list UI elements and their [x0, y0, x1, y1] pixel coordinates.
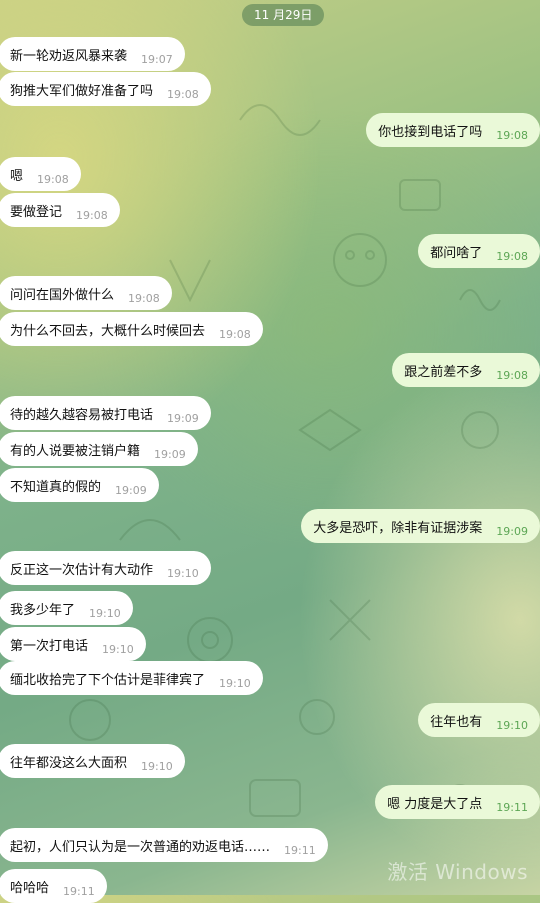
message-text: 跟之前差不多 [404, 364, 483, 380]
message-time: 19:09 [154, 447, 186, 461]
message-time: 19:10 [89, 606, 121, 620]
date-separator: 11 月29日 [242, 4, 325, 26]
message-time: 19:08 [167, 87, 199, 101]
incoming-message-bubble[interactable]: 缅北收拾完了下个估计是菲律宾了 19:10 [0, 661, 263, 695]
message-time: 19:08 [219, 327, 251, 341]
message-time: 19:11 [284, 843, 316, 857]
message-text: 嗯 [10, 168, 24, 184]
incoming-message-bubble[interactable]: 为什么不回去，大概什么时候回去 19:08 [0, 312, 263, 346]
message-time: 19:08 [496, 368, 528, 382]
message-time: 19:07 [141, 52, 173, 66]
message-text: 起初，人们只认为是一次普通的劝返电话…… [10, 839, 271, 855]
message-text: 不知道真的假的 [10, 479, 102, 495]
message-text: 要做登记 [10, 204, 63, 220]
message-text: 第一次打电话 [10, 638, 89, 654]
incoming-message-bubble[interactable]: 不知道真的假的 19:09 [0, 468, 159, 502]
incoming-message-bubble[interactable]: 哈哈哈 19:11 [0, 869, 107, 903]
incoming-message-bubble[interactable]: 新一轮劝返风暴来袭 19:07 [0, 37, 185, 71]
message-time: 19:08 [76, 208, 108, 222]
incoming-message-bubble[interactable]: 有的人说要被注销户籍 19:09 [0, 432, 198, 466]
message-text: 问问在国外做什么 [10, 287, 115, 303]
message-time: 19:10 [102, 642, 134, 656]
message-text: 新一轮劝返风暴来袭 [10, 48, 128, 64]
incoming-message-bubble[interactable]: 待的越久越容易被打电话 19:09 [0, 396, 211, 430]
message-text: 有的人说要被注销户籍 [10, 443, 141, 459]
message-text: 反正这一次估计有大动作 [10, 562, 154, 578]
message-text: 缅北收拾完了下个估计是菲律宾了 [10, 672, 206, 688]
outgoing-message-bubble[interactable]: 大多是恐吓，除非有证据涉案 19:09 [301, 509, 540, 543]
message-time: 19:10 [496, 718, 528, 732]
message-time: 19:08 [496, 128, 528, 142]
message-text: 嗯 力度是大了点 [387, 796, 483, 812]
message-text: 往年也有 [430, 714, 483, 730]
windows-activation-watermark: 激活 Windows [387, 860, 528, 884]
incoming-message-bubble[interactable]: 反正这一次估计有大动作 19:10 [0, 551, 211, 585]
incoming-message-bubble[interactable]: 要做登记 19:08 [0, 193, 120, 227]
incoming-message-bubble[interactable]: 第一次打电话 19:10 [0, 627, 146, 661]
message-time: 19:08 [496, 249, 528, 263]
message-text: 往年都没这么大面积 [10, 755, 128, 771]
message-time: 19:10 [167, 566, 199, 580]
message-text: 待的越久越容易被打电话 [10, 407, 154, 423]
message-text: 狗推大军们做好准备了吗 [10, 83, 154, 99]
message-time: 19:11 [496, 800, 528, 814]
incoming-message-bubble[interactable]: 我多少年了 19:10 [0, 591, 133, 625]
incoming-message-bubble[interactable]: 狗推大军们做好准备了吗 19:08 [0, 72, 211, 106]
message-text: 为什么不回去，大概什么时候回去 [10, 323, 206, 339]
message-time: 19:11 [63, 884, 95, 898]
message-text: 都问啥了 [430, 245, 483, 261]
message-text: 我多少年了 [10, 602, 76, 618]
message-time: 19:08 [37, 172, 69, 186]
message-time: 19:09 [115, 483, 147, 497]
outgoing-message-bubble[interactable]: 嗯 力度是大了点 19:11 [375, 785, 540, 819]
incoming-message-bubble[interactable]: 起初，人们只认为是一次普通的劝返电话…… 19:11 [0, 828, 328, 862]
outgoing-message-bubble[interactable]: 都问啥了 19:08 [418, 234, 540, 268]
message-time: 19:09 [496, 524, 528, 538]
message-time: 19:10 [141, 759, 173, 773]
message-time: 19:08 [128, 291, 160, 305]
incoming-message-bubble[interactable]: 往年都没这么大面积 19:10 [0, 744, 185, 778]
message-text: 哈哈哈 [10, 880, 50, 896]
outgoing-message-bubble[interactable]: 你也接到电话了吗 19:08 [366, 113, 540, 147]
message-time: 19:09 [167, 411, 199, 425]
message-text: 你也接到电话了吗 [378, 124, 483, 140]
outgoing-message-bubble[interactable]: 跟之前差不多 19:08 [392, 353, 540, 387]
incoming-message-bubble[interactable]: 嗯 19:08 [0, 157, 81, 191]
message-time: 19:10 [219, 676, 251, 690]
incoming-message-bubble[interactable]: 问问在国外做什么 19:08 [0, 276, 172, 310]
message-text: 大多是恐吓，除非有证据涉案 [313, 520, 483, 536]
outgoing-message-bubble[interactable]: 往年也有 19:10 [418, 703, 540, 737]
